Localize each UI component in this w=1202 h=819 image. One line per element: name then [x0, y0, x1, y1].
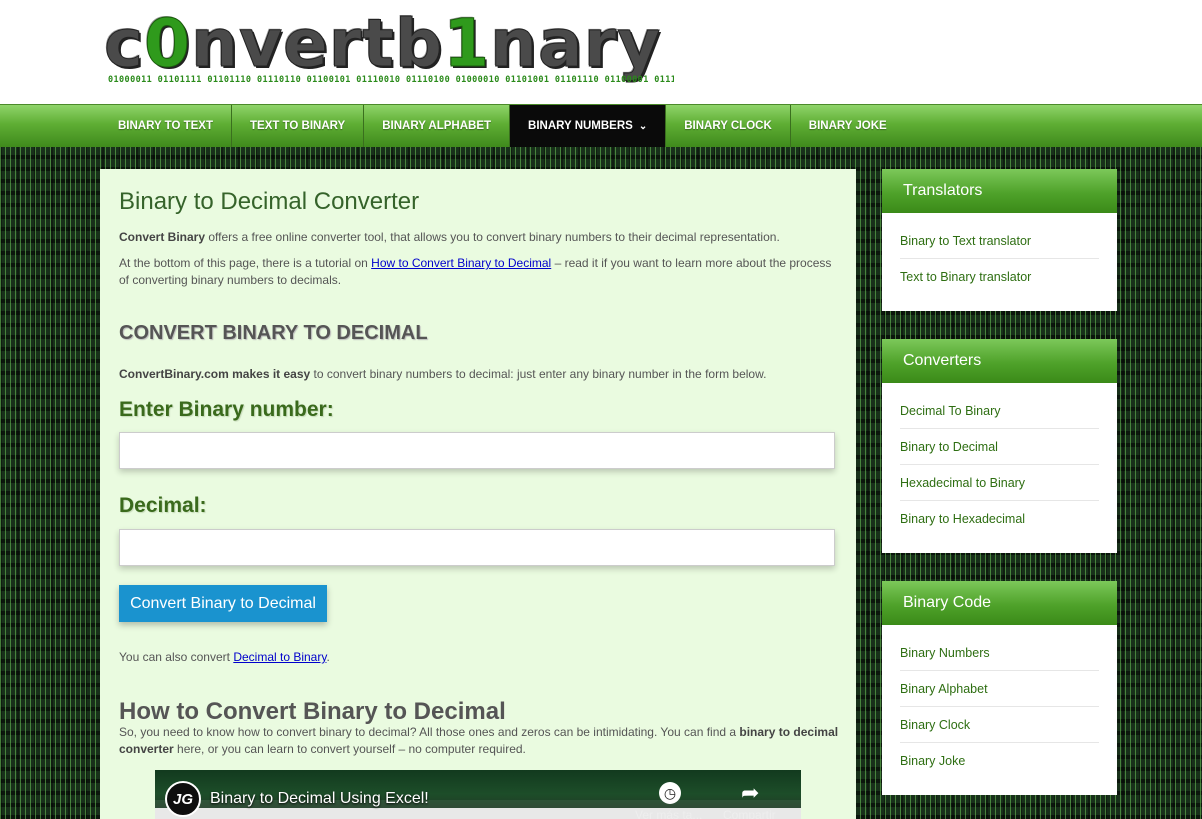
convert-button[interactable]: Convert Binary to Decimal — [119, 585, 327, 622]
intro-paragraph: Convert Binary offers a free online conv… — [119, 229, 843, 246]
desc-text: to convert binary numbers to decimal: ju… — [310, 367, 767, 381]
nav-binary-to-text[interactable]: BINARY TO TEXT — [100, 105, 232, 147]
section-heading: CONVERT BINARY TO DECIMAL — [119, 322, 428, 344]
widget-translators: Translators Binary to Text translator Te… — [882, 169, 1117, 311]
nav-label: BINARY ALPHABET — [382, 120, 492, 132]
decimal-output-label: Decimal: — [119, 494, 207, 517]
share-label: Compartir — [723, 808, 776, 819]
sidebar-link-binary-joke[interactable]: Binary Joke — [900, 743, 1099, 779]
also-convert-text: You can also convert Decimal to Binary. — [119, 650, 330, 664]
logo-binary-strip: 01000011 01101111 01101110 01110110 0110… — [108, 75, 674, 85]
watch-later-label: Ver más ta... — [635, 808, 703, 819]
nav-binary-clock[interactable]: BINARY CLOCK — [666, 105, 791, 147]
nav-text-to-binary[interactable]: TEXT TO BINARY — [232, 105, 365, 147]
site-logo[interactable]: c0nvertb1nary 01000011 01101111 01101110… — [103, 5, 676, 86]
tutorial-text-before: At the bottom of this page, there is a t… — [119, 256, 372, 270]
also-text-after: . — [326, 650, 330, 664]
sidebar-link-decimal-to-binary[interactable]: Decimal To Binary — [900, 393, 1099, 429]
logo-wordmark: c0nvertb1nary — [103, 5, 662, 82]
intro-text: offers a free online converter tool, tha… — [205, 230, 780, 244]
embedded-video[interactable]: JG Binary to Decimal Using Excel! ◷ ➦ Ve… — [155, 770, 801, 819]
sidebar-link-binary-alphabet[interactable]: Binary Alphabet — [900, 671, 1099, 707]
nav-label: BINARY CLOCK — [684, 120, 772, 132]
howto-paragraph: So, you need to know how to convert bina… — [119, 724, 843, 758]
nav-binary-alphabet[interactable]: BINARY ALPHABET — [364, 105, 511, 147]
nav-label: BINARY JOKE — [808, 120, 887, 132]
page-title: Binary to Decimal Converter — [119, 188, 420, 215]
nav-label: BINARY NUMBERS — [528, 120, 633, 132]
video-thumbnail-sheet — [155, 808, 801, 819]
widget-title: Binary Code — [882, 581, 1117, 625]
sidebar-link-binary-clock[interactable]: Binary Clock — [900, 707, 1099, 743]
main-content: Binary to Decimal Converter Convert Bina… — [100, 169, 856, 819]
chevron-down-icon: ⌄ — [638, 120, 648, 132]
main-nav: BINARY TO TEXT TEXT TO BINARY BINARY ALP… — [0, 104, 1202, 147]
howto-text-1: So, you need to know how to convert bina… — [119, 725, 740, 739]
sidebar-link-hex-to-binary[interactable]: Hexadecimal to Binary — [900, 465, 1099, 501]
binary-input-label: Enter Binary number: — [119, 398, 334, 421]
widget-converters: Converters Decimal To Binary Binary to D… — [882, 339, 1117, 553]
howto-heading: How to Convert Binary to Decimal — [119, 698, 506, 725]
nav-binary-joke[interactable]: BINARY JOKE — [791, 105, 905, 147]
decimal-output[interactable] — [119, 529, 835, 566]
intro-brand: Convert Binary — [119, 230, 206, 244]
binary-input[interactable] — [119, 432, 835, 469]
desc-bold: ConvertBinary.com makes it easy — [119, 367, 311, 381]
channel-avatar[interactable]: JG — [165, 781, 201, 817]
decimal-to-binary-link[interactable]: Decimal to Binary — [233, 650, 326, 664]
sidebar-link-binary-to-hex[interactable]: Binary to Hexadecimal — [900, 501, 1099, 537]
sidebar-link-text-to-binary[interactable]: Text to Binary translator — [900, 259, 1099, 295]
site-header: c0nvertb1nary 01000011 01101111 01101110… — [0, 0, 1202, 104]
nav-label: TEXT TO BINARY — [250, 120, 346, 132]
share-icon[interactable]: ➦ — [741, 780, 759, 806]
converter-description: ConvertBinary.com makes it easy to conve… — [119, 367, 766, 381]
tutorial-paragraph: At the bottom of this page, there is a t… — [119, 255, 843, 289]
widget-binary-code: Binary Code Binary Numbers Binary Alphab… — [882, 581, 1117, 795]
clock-icon[interactable]: ◷ — [659, 782, 681, 804]
nav-label: BINARY TO TEXT — [118, 120, 213, 132]
sidebar-link-binary-numbers[interactable]: Binary Numbers — [900, 635, 1099, 671]
sidebar-link-binary-to-text[interactable]: Binary to Text translator — [900, 223, 1099, 259]
nav-binary-numbers[interactable]: BINARY NUMBERS ⌄ — [510, 105, 667, 147]
widget-title: Translators — [882, 169, 1117, 213]
howto-text-2: here, or you can learn to convert yourse… — [173, 742, 526, 756]
tutorial-link[interactable]: How to Convert Binary to Decimal — [371, 256, 551, 270]
also-text-before: You can also convert — [119, 650, 234, 664]
video-title[interactable]: Binary to Decimal Using Excel! — [210, 790, 429, 808]
sidebar-link-binary-to-decimal[interactable]: Binary to Decimal — [900, 429, 1099, 465]
widget-title: Converters — [882, 339, 1117, 383]
